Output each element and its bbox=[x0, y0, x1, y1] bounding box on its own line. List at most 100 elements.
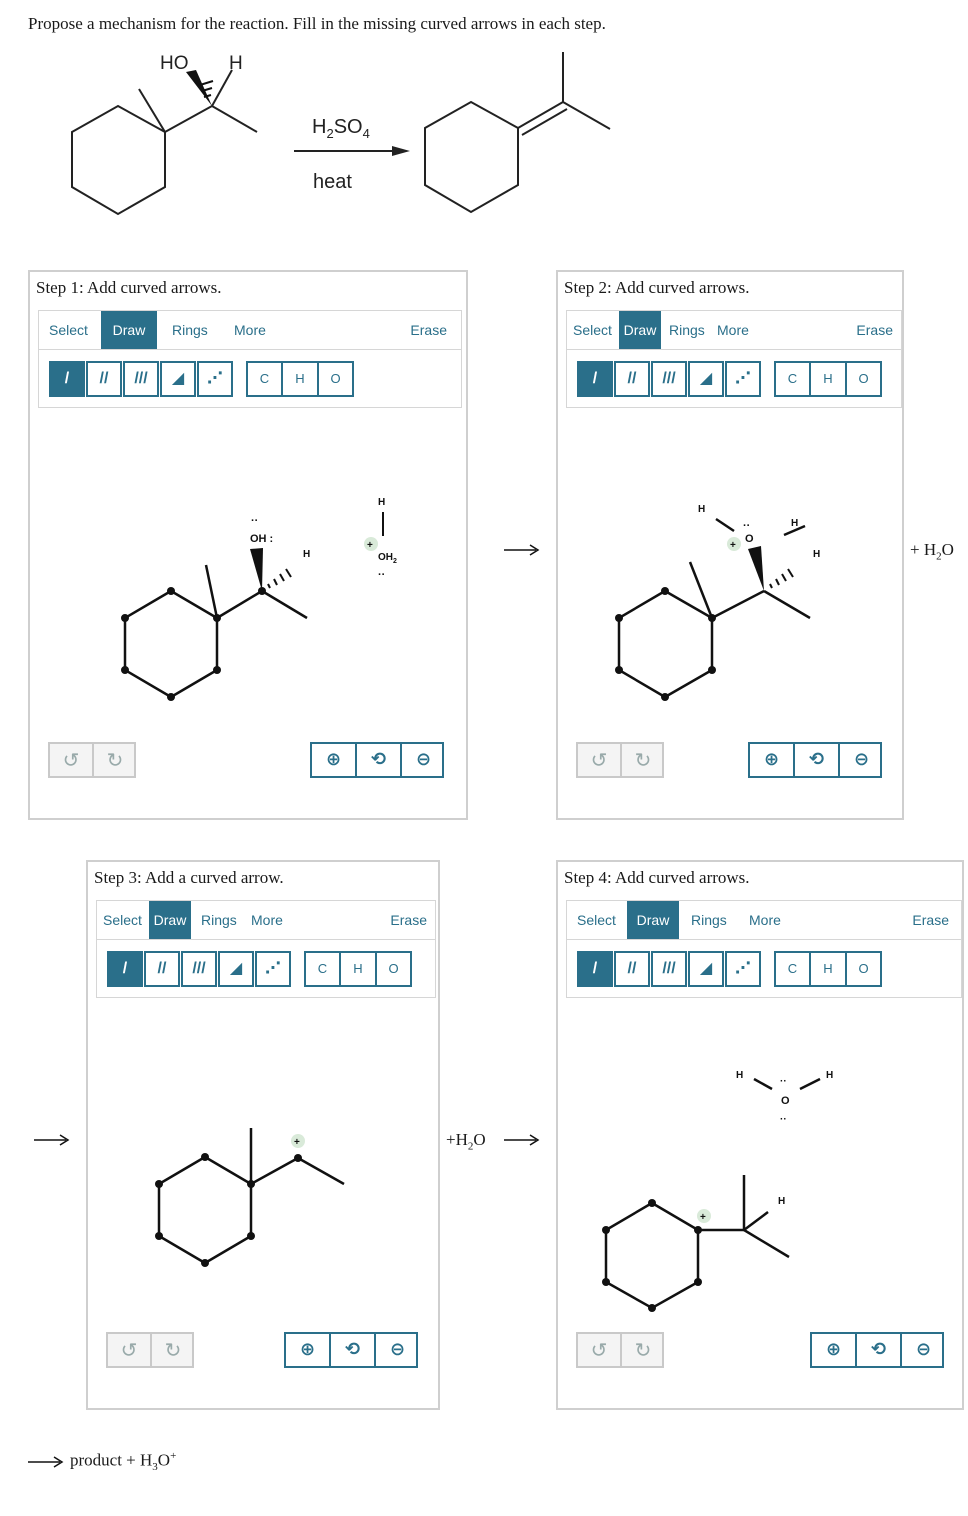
redo-icon[interactable]: ↻ bbox=[152, 1334, 194, 1366]
rings-tab[interactable]: Rings bbox=[669, 311, 705, 349]
reset-zoom-icon[interactable]: ⟲ bbox=[857, 1334, 902, 1366]
step-arrow-2 bbox=[34, 1134, 70, 1146]
select-tab[interactable]: Select bbox=[49, 311, 88, 349]
oxygen-atom-button[interactable]: O bbox=[318, 361, 354, 397]
reactant-h-label: H bbox=[229, 53, 243, 74]
single-bond-tool[interactable]: / bbox=[577, 361, 613, 397]
draw-tab[interactable]: Draw bbox=[627, 901, 679, 939]
oh-label: OH : bbox=[250, 533, 273, 545]
step2-canvas[interactable]: H H H ·· O + bbox=[558, 472, 902, 712]
hash-bond-tool[interactable]: ⋰ bbox=[725, 951, 761, 987]
triple-bond-tool[interactable]: /// bbox=[651, 361, 687, 397]
undo-redo-group: ↺ ↻ bbox=[576, 742, 664, 778]
hydrogen-atom-button[interactable]: H bbox=[810, 951, 846, 987]
draw-tab[interactable]: Draw bbox=[101, 311, 157, 349]
oxygen-atom-button[interactable]: O bbox=[846, 951, 882, 987]
wedge-bond-tool[interactable]: ◢ bbox=[160, 361, 196, 397]
carbon-atom-button[interactable]: C bbox=[246, 361, 282, 397]
zoom-out-icon[interactable]: ⊖ bbox=[902, 1334, 945, 1366]
reactant-structure bbox=[71, 69, 258, 216]
select-tab[interactable]: Select bbox=[577, 901, 616, 939]
step1-panel: Step 1: Add curved arrows. Select Draw R… bbox=[28, 270, 468, 820]
undo-icon[interactable]: ↺ bbox=[578, 1334, 622, 1366]
double-bond-tool[interactable]: // bbox=[86, 361, 122, 397]
hydrogen-atom-button[interactable]: H bbox=[340, 951, 376, 987]
select-tab[interactable]: Select bbox=[573, 311, 612, 349]
reset-zoom-icon[interactable]: ⟲ bbox=[331, 1334, 376, 1366]
double-bond-tool[interactable]: // bbox=[614, 951, 650, 987]
overall-reaction: HO H H2SO4 heat bbox=[71, 52, 611, 216]
hash-bond-tool[interactable]: ⋰ bbox=[197, 361, 233, 397]
wedge-bond-tool[interactable]: ◢ bbox=[688, 361, 724, 397]
byproduct-water-1: + H2O bbox=[910, 540, 954, 563]
rings-tab[interactable]: Rings bbox=[172, 311, 208, 349]
zoom-in-icon[interactable]: ⊕ bbox=[312, 744, 357, 776]
redo-icon[interactable]: ↻ bbox=[622, 1334, 664, 1366]
step3-canvas[interactable]: + bbox=[88, 1112, 438, 1312]
svg-text:H: H bbox=[378, 497, 385, 508]
oxygen-label: O bbox=[781, 1095, 790, 1107]
undo-icon[interactable]: ↺ bbox=[108, 1334, 152, 1366]
hash-bond-tool[interactable]: ⋰ bbox=[725, 361, 761, 397]
triple-bond-tool[interactable]: /// bbox=[123, 361, 159, 397]
erase-button[interactable]: Erase bbox=[390, 901, 427, 939]
zoom-out-icon[interactable]: ⊖ bbox=[402, 744, 445, 776]
reset-zoom-icon[interactable]: ⟲ bbox=[357, 744, 402, 776]
zoom-controls: ⊕ ⟲ ⊖ bbox=[284, 1332, 418, 1368]
wedge-bond-tool[interactable]: ◢ bbox=[218, 951, 254, 987]
step-arrow-3 bbox=[504, 1134, 540, 1146]
hydrogen-atom-button[interactable]: H bbox=[282, 361, 318, 397]
zoom-in-icon[interactable]: ⊕ bbox=[812, 1334, 857, 1366]
carbon-atom-button[interactable]: C bbox=[774, 361, 810, 397]
zoom-in-icon[interactable]: ⊕ bbox=[286, 1334, 331, 1366]
zoom-out-icon[interactable]: ⊖ bbox=[840, 744, 883, 776]
erase-button[interactable]: Erase bbox=[410, 311, 447, 349]
draw-tab[interactable]: Draw bbox=[619, 311, 661, 349]
undo-icon[interactable]: ↺ bbox=[50, 744, 94, 776]
svg-text:H: H bbox=[778, 1196, 785, 1207]
wedge-bond bbox=[250, 548, 263, 591]
select-tab[interactable]: Select bbox=[103, 901, 142, 939]
svg-text:··: ·· bbox=[780, 1076, 787, 1087]
svg-text:··: ·· bbox=[378, 569, 385, 581]
byproduct-water-2: +H2O bbox=[446, 1130, 486, 1153]
carbon-atom-button[interactable]: C bbox=[774, 951, 810, 987]
hydrogen-atom-button[interactable]: H bbox=[810, 361, 846, 397]
svg-text:H: H bbox=[826, 1070, 833, 1081]
more-tab[interactable]: More bbox=[749, 901, 781, 939]
rings-tab[interactable]: Rings bbox=[691, 901, 727, 939]
double-bond-tool[interactable]: // bbox=[144, 951, 180, 987]
redo-icon[interactable]: ↻ bbox=[94, 744, 136, 776]
final-product-label: product + H3O+ bbox=[70, 1450, 177, 1474]
draw-tab[interactable]: Draw bbox=[149, 901, 191, 939]
reactant-ho-label: HO bbox=[160, 53, 189, 74]
wedge-bond-tool[interactable]: ◢ bbox=[688, 951, 724, 987]
step1-canvas[interactable]: OH : ·· H H + OH2 ·· bbox=[30, 472, 466, 712]
more-tab[interactable]: More bbox=[251, 901, 283, 939]
zoom-out-icon[interactable]: ⊖ bbox=[376, 1334, 419, 1366]
rings-tab[interactable]: Rings bbox=[201, 901, 237, 939]
single-bond-tool[interactable]: / bbox=[577, 951, 613, 987]
double-bond-tool[interactable]: // bbox=[614, 361, 650, 397]
reset-zoom-icon[interactable]: ⟲ bbox=[795, 744, 840, 776]
redo-icon[interactable]: ↻ bbox=[622, 744, 664, 776]
h-label: H bbox=[303, 549, 310, 560]
single-bond-tool[interactable]: / bbox=[107, 951, 143, 987]
triple-bond-tool[interactable]: /// bbox=[651, 951, 687, 987]
step4-canvas[interactable]: H H ·· O ·· H + bbox=[558, 1062, 962, 1322]
hash-bond-tool[interactable]: ⋰ bbox=[255, 951, 291, 987]
zoom-in-icon[interactable]: ⊕ bbox=[750, 744, 795, 776]
oxygen-atom-button[interactable]: O bbox=[376, 951, 412, 987]
oxygen-atom-button[interactable]: O bbox=[846, 361, 882, 397]
more-tab[interactable]: More bbox=[717, 311, 749, 349]
erase-button[interactable]: Erase bbox=[856, 311, 893, 349]
single-bond-tool[interactable]: / bbox=[49, 361, 85, 397]
undo-icon[interactable]: ↺ bbox=[578, 744, 622, 776]
more-tab[interactable]: More bbox=[234, 311, 266, 349]
carbon-atom-button[interactable]: C bbox=[304, 951, 340, 987]
step4-toolbar: Select Draw Rings More Erase / // /// ◢ … bbox=[566, 900, 962, 998]
page-title: Propose a mechanism for the reaction. Fi… bbox=[28, 14, 606, 33]
erase-button[interactable]: Erase bbox=[912, 901, 949, 939]
svg-text:+: + bbox=[367, 540, 373, 551]
triple-bond-tool[interactable]: /// bbox=[181, 951, 217, 987]
